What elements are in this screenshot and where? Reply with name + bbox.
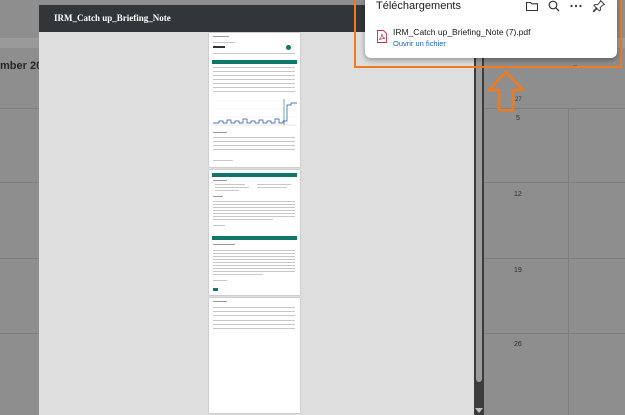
table-row	[213, 307, 295, 308]
table-row	[213, 145, 295, 146]
text-line	[213, 160, 233, 161]
pdf-icon	[377, 30, 387, 43]
pdf-scrollbar[interactable]	[474, 32, 484, 415]
text-line	[213, 268, 295, 269]
heading-line	[213, 46, 225, 48]
table-row	[213, 149, 295, 150]
table-row	[213, 141, 295, 142]
table-row	[213, 137, 295, 138]
text-line	[213, 53, 295, 54]
text-line	[213, 253, 295, 254]
pin-icon[interactable]	[591, 0, 607, 14]
text-line	[213, 207, 295, 208]
text-line	[257, 184, 291, 185]
pdf-page-3	[209, 298, 300, 413]
calendar-day[interactable]: 19	[514, 267, 522, 274]
calendar-day[interactable]: 5	[516, 115, 520, 122]
text-line	[213, 271, 295, 272]
arrow-up-icon	[487, 70, 525, 112]
table-row	[213, 71, 295, 72]
table-row	[213, 87, 295, 88]
text-line	[213, 196, 223, 197]
scroll-down-arrow-icon[interactable]	[475, 408, 483, 413]
section-banner	[212, 173, 297, 177]
pdf-scrollbar-thumb[interactable]	[476, 34, 482, 382]
text-line	[213, 259, 295, 260]
text-line	[213, 301, 227, 302]
more-icon[interactable]	[568, 0, 584, 14]
text-line	[213, 244, 235, 245]
text-line	[213, 262, 295, 263]
text-line	[213, 42, 235, 43]
calendar-col-divider	[568, 108, 569, 415]
text-line	[213, 180, 227, 181]
text-line	[213, 274, 263, 275]
pdf-document-title: IRM_Catch up_Briefing_Note	[54, 13, 171, 23]
table-row	[213, 324, 295, 325]
text-line	[257, 187, 287, 188]
text-line	[213, 216, 295, 217]
folder-icon[interactable]	[524, 0, 540, 14]
text-line	[213, 265, 295, 266]
table-row	[213, 75, 295, 76]
text-line	[213, 213, 295, 214]
text-line	[213, 132, 227, 133]
text-line	[213, 225, 225, 226]
text-line	[215, 190, 239, 191]
downloads-panel: Téléchargements IRM_Catch up_Briefing_No…	[365, 0, 617, 58]
calendar-day[interactable]: 12	[514, 191, 522, 198]
table-row	[213, 315, 295, 316]
download-filename[interactable]: IRM_Catch up_Briefing_Note (7).pdf	[393, 27, 531, 37]
text-line	[213, 210, 295, 211]
status-dot-icon	[286, 45, 291, 50]
pdf-page-2	[209, 170, 300, 295]
text-line	[215, 187, 249, 188]
open-file-link[interactable]: Ouvrir un fichier	[393, 39, 446, 48]
section-banner	[212, 60, 297, 64]
table-row	[213, 83, 295, 84]
table-row	[213, 328, 295, 329]
table-row	[213, 67, 295, 68]
text-line	[215, 184, 245, 185]
text-line	[213, 201, 295, 202]
text-line	[213, 204, 295, 205]
downloads-title: Téléchargements	[376, 0, 461, 12]
table-row	[213, 79, 295, 80]
pdf-page-1	[209, 33, 300, 167]
mini-chart	[213, 99, 297, 126]
table-row	[213, 91, 295, 92]
text-line	[213, 250, 295, 251]
text-line	[213, 280, 227, 281]
table-row	[213, 320, 295, 321]
text-line	[213, 36, 229, 37]
text-line	[213, 219, 273, 220]
footer-logo-icon	[213, 288, 218, 291]
text-line	[213, 256, 295, 257]
calendar-day[interactable]: 26	[514, 341, 522, 348]
table-row	[213, 311, 295, 312]
section-banner	[212, 236, 297, 240]
search-icon[interactable]	[546, 0, 562, 14]
